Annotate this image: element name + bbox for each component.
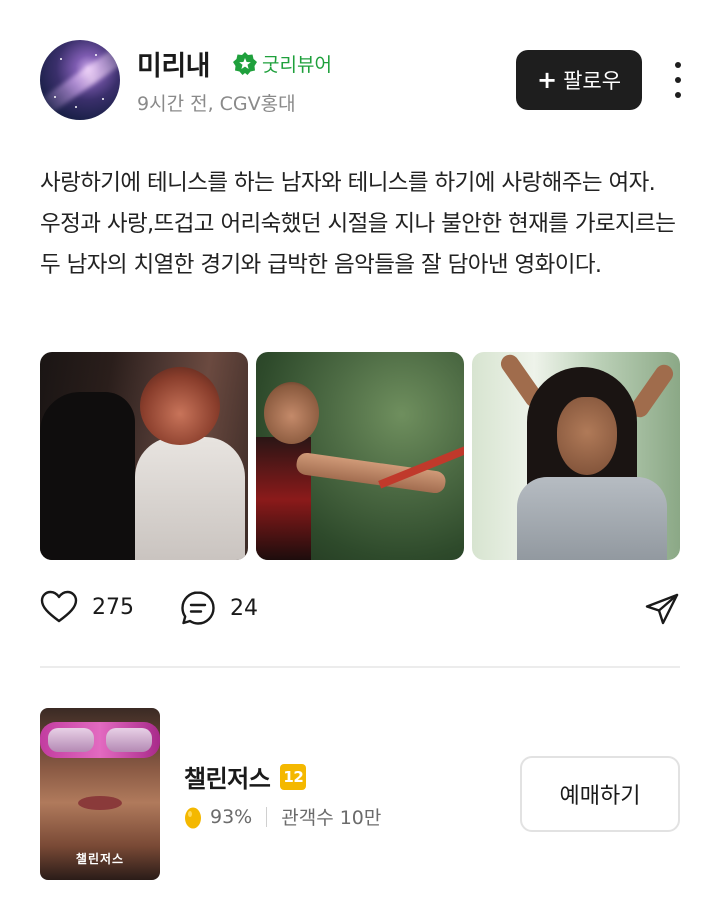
post-image-2[interactable] (256, 352, 464, 560)
username[interactable]: 미리내 (137, 44, 211, 83)
reviewer-badge: 굿리뷰어 (232, 50, 332, 77)
badge-label: 굿리뷰어 (262, 54, 332, 76)
post-meta: 9시간 전, CGV홍대 (137, 93, 296, 115)
avatar[interactable] (40, 40, 120, 120)
movie-title: 챌린저스 (184, 765, 271, 793)
comment-count: 24 (230, 595, 258, 621)
age-rating-badge: 12 (280, 763, 307, 790)
egg-score: 93% (210, 805, 253, 828)
like-button[interactable]: 275 (40, 590, 134, 624)
heart-icon (40, 590, 78, 623)
movie-stats: 93% 관객수 10만 (184, 803, 381, 830)
divider (40, 666, 680, 668)
poster-title: 챌린저스 (75, 852, 125, 866)
audience-count: 관객수 10만 (281, 807, 382, 829)
plus-icon: + (536, 66, 558, 94)
post-image-3[interactable] (472, 352, 680, 560)
post-text: 사랑하기에 테니스를 하는 남자와 테니스를 하기에 사랑해주는 여자. 우정과… (40, 170, 676, 278)
comment-icon (181, 591, 215, 625)
post-image-1[interactable] (40, 352, 248, 560)
golden-egg-icon (185, 807, 201, 828)
comment-button[interactable]: 24 (180, 590, 258, 626)
follow-label: 팔로우 (563, 69, 622, 93)
book-ticket-button[interactable]: 예매하기 (520, 756, 680, 832)
more-options-icon[interactable] (668, 62, 688, 98)
follow-button[interactable]: + 팔로우 (516, 50, 642, 110)
share-send-icon[interactable] (644, 592, 680, 628)
separator (266, 806, 268, 827)
movie-poster[interactable]: 챌린저스 (40, 708, 160, 880)
movie-title-row[interactable]: 챌린저스 12 (184, 759, 307, 794)
like-count: 275 (92, 594, 134, 620)
good-reviewer-badge-icon (233, 51, 257, 75)
